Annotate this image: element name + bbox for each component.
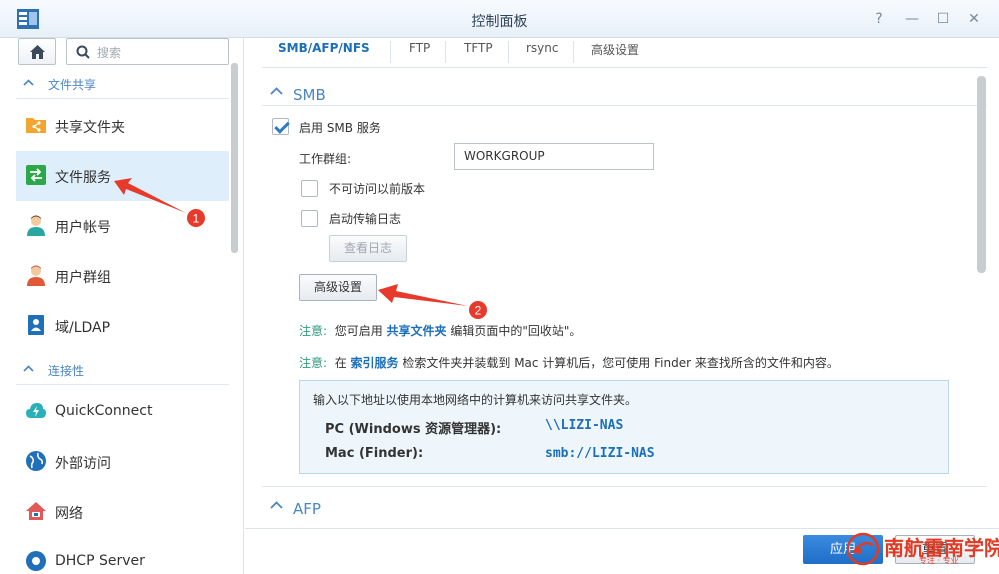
sidebar-item-group[interactable]: 用户群组 xyxy=(16,251,229,301)
main-content: SMB 启用 SMB 服务 工作群组: WORKGROUP 不可访问以前版本 启… xyxy=(262,69,987,525)
sidebar-item-quickconnect[interactable]: QuickConnect xyxy=(16,387,229,437)
sidebar-item-label: 外部访问 xyxy=(55,456,111,472)
divider xyxy=(16,384,229,385)
tab-advanced[interactable]: 高级设置 xyxy=(591,41,639,63)
pc-address-value: \\LIZI-NAS xyxy=(545,418,624,433)
workgroup-label: 工作群组: xyxy=(299,152,352,166)
quickconnect-icon xyxy=(26,403,46,418)
note-text: 编辑页面中的"回收站"。 xyxy=(450,324,582,338)
group-icon xyxy=(27,265,45,286)
smb-section-title: SMB xyxy=(293,86,326,104)
chevron-up-icon xyxy=(270,501,283,509)
close-icon[interactable]: ✕ xyxy=(964,9,984,29)
info-intro: 输入以下地址以使用本地网络中的计算机来访问共享文件夹。 xyxy=(313,393,638,407)
tab-ftp[interactable]: FTP xyxy=(409,41,430,63)
user-icon xyxy=(27,215,45,236)
divider xyxy=(16,98,229,99)
sidebar-scrollbar[interactable] xyxy=(231,63,238,253)
mac-address-label: Mac (Finder): xyxy=(325,446,424,461)
sidebar-item-label: 文件服务 xyxy=(55,170,111,186)
search-placeholder: 搜索 xyxy=(97,46,122,60)
section-label: 连接性 xyxy=(48,364,85,378)
search-icon xyxy=(76,45,90,59)
home-button[interactable] xyxy=(18,38,56,65)
tab-tftp[interactable]: TFTP xyxy=(464,41,493,63)
chevron-up-icon xyxy=(270,87,283,95)
sidebar-item-label: QuickConnect xyxy=(55,403,153,419)
note-text: 您可启用 xyxy=(334,324,383,338)
tab-bar: SMB/AFP/NFS FTP TFTP rsync 高级设置 xyxy=(262,38,987,68)
home-icon xyxy=(30,45,45,59)
chevron-up-icon xyxy=(23,365,34,372)
prev-versions-label: 不可访问以前版本 xyxy=(329,182,426,196)
minimize-icon[interactable]: — xyxy=(902,9,922,29)
sidebar: 搜索 文件共享 共享文件夹 文件服务 用户帐号 用户群组 域/LDAP 连接性 … xyxy=(0,38,244,574)
sidebar-item-label: 域/LDAP xyxy=(55,320,111,336)
afp-section-title: AFP xyxy=(293,500,321,518)
divider xyxy=(262,105,987,106)
section-connectivity[interactable]: 连接性 xyxy=(0,357,230,383)
sidebar-item-file-services[interactable]: 文件服务 xyxy=(16,151,229,201)
sidebar-item-label: 用户帐号 xyxy=(55,220,111,236)
note-prefix: 注意: xyxy=(299,356,328,370)
note-index-service: 注意: 在 索引服务 检索文件夹并装载到 Mac 计算机后，您可使用 Finde… xyxy=(299,354,839,371)
sidebar-item-label: 共享文件夹 xyxy=(55,120,125,136)
shared-folder-link[interactable]: 共享文件夹 xyxy=(387,324,447,338)
file-services-icon xyxy=(26,165,46,185)
dhcp-icon xyxy=(26,551,46,571)
watermark-emblem-icon xyxy=(846,532,880,566)
note-recycle-bin: 注意: 您可启用 共享文件夹 编辑页面中的"回收站"。 xyxy=(299,322,581,339)
network-house-icon xyxy=(26,502,46,520)
view-log-button[interactable]: 查看日志 xyxy=(329,235,407,262)
section-label: 文件共享 xyxy=(48,78,97,92)
sidebar-item-user[interactable]: 用户帐号 xyxy=(16,201,229,251)
sidebar-item-domain[interactable]: 域/LDAP xyxy=(16,301,229,351)
sidebar-item-label: 网络 xyxy=(55,506,83,522)
title-bar: 控制面板 ? — ☐ ✕ xyxy=(0,0,999,38)
watermark-logo: 南航雷南学院 专注 · 专业 xyxy=(845,529,999,569)
enable-smb-label: 启用 SMB 服务 xyxy=(299,121,381,135)
prev-versions-checkbox[interactable] xyxy=(301,180,318,197)
tab-smb-afp-nfs[interactable]: SMB/AFP/NFS xyxy=(278,41,370,63)
shared-folder-icon xyxy=(26,118,46,133)
tab-separator xyxy=(445,41,446,63)
sidebar-item-external-access[interactable]: 外部访问 xyxy=(16,437,229,487)
index-service-link[interactable]: 索引服务 xyxy=(351,356,399,370)
watermark-subtext: 专注 · 专业 xyxy=(919,556,959,565)
address-info-box: 输入以下地址以使用本地网络中的计算机来访问共享文件夹。 PC (Windows … xyxy=(299,380,949,474)
sidebar-item-dhcp[interactable]: DHCP Server xyxy=(16,537,229,574)
tab-rsync[interactable]: rsync xyxy=(526,41,559,63)
window-title: 控制面板 xyxy=(471,14,528,30)
transfer-log-checkbox[interactable] xyxy=(301,210,318,227)
note-prefix: 注意: xyxy=(299,324,328,338)
transfer-log-label: 启动传输日志 xyxy=(329,212,402,226)
enable-smb-checkbox[interactable] xyxy=(272,118,289,135)
section-file-sharing[interactable]: 文件共享 xyxy=(0,71,230,97)
workgroup-field[interactable]: WORKGROUP xyxy=(454,143,654,170)
maximize-icon[interactable]: ☐ xyxy=(933,9,953,29)
sidebar-item-label: DHCP Server xyxy=(55,553,145,569)
pc-address-label: PC (Windows 资源管理器): xyxy=(325,422,502,437)
mac-address-value: smb://LIZI-NAS xyxy=(545,446,655,461)
globe-icon xyxy=(26,451,46,471)
chevron-up-icon xyxy=(23,79,34,86)
note-text: 在 xyxy=(334,356,347,370)
afp-section-header[interactable]: AFP xyxy=(262,487,987,525)
search-input[interactable]: 搜索 xyxy=(66,38,229,65)
tab-separator xyxy=(573,41,574,63)
tab-separator xyxy=(390,41,391,63)
help-icon[interactable]: ? xyxy=(869,9,889,29)
content-scrollbar[interactable] xyxy=(977,76,986,273)
sidebar-item-shared-folder[interactable]: 共享文件夹 xyxy=(16,101,229,151)
advanced-settings-button[interactable]: 高级设置 xyxy=(299,274,377,301)
sidebar-item-network[interactable]: 网络 xyxy=(16,487,229,537)
sidebar-item-label: 用户群组 xyxy=(55,270,111,286)
note-text: 检索文件夹并装载到 Mac 计算机后，您可使用 Finder 来查找所含的文件和… xyxy=(402,356,839,370)
tab-separator xyxy=(508,41,509,63)
domain-icon xyxy=(28,315,44,335)
